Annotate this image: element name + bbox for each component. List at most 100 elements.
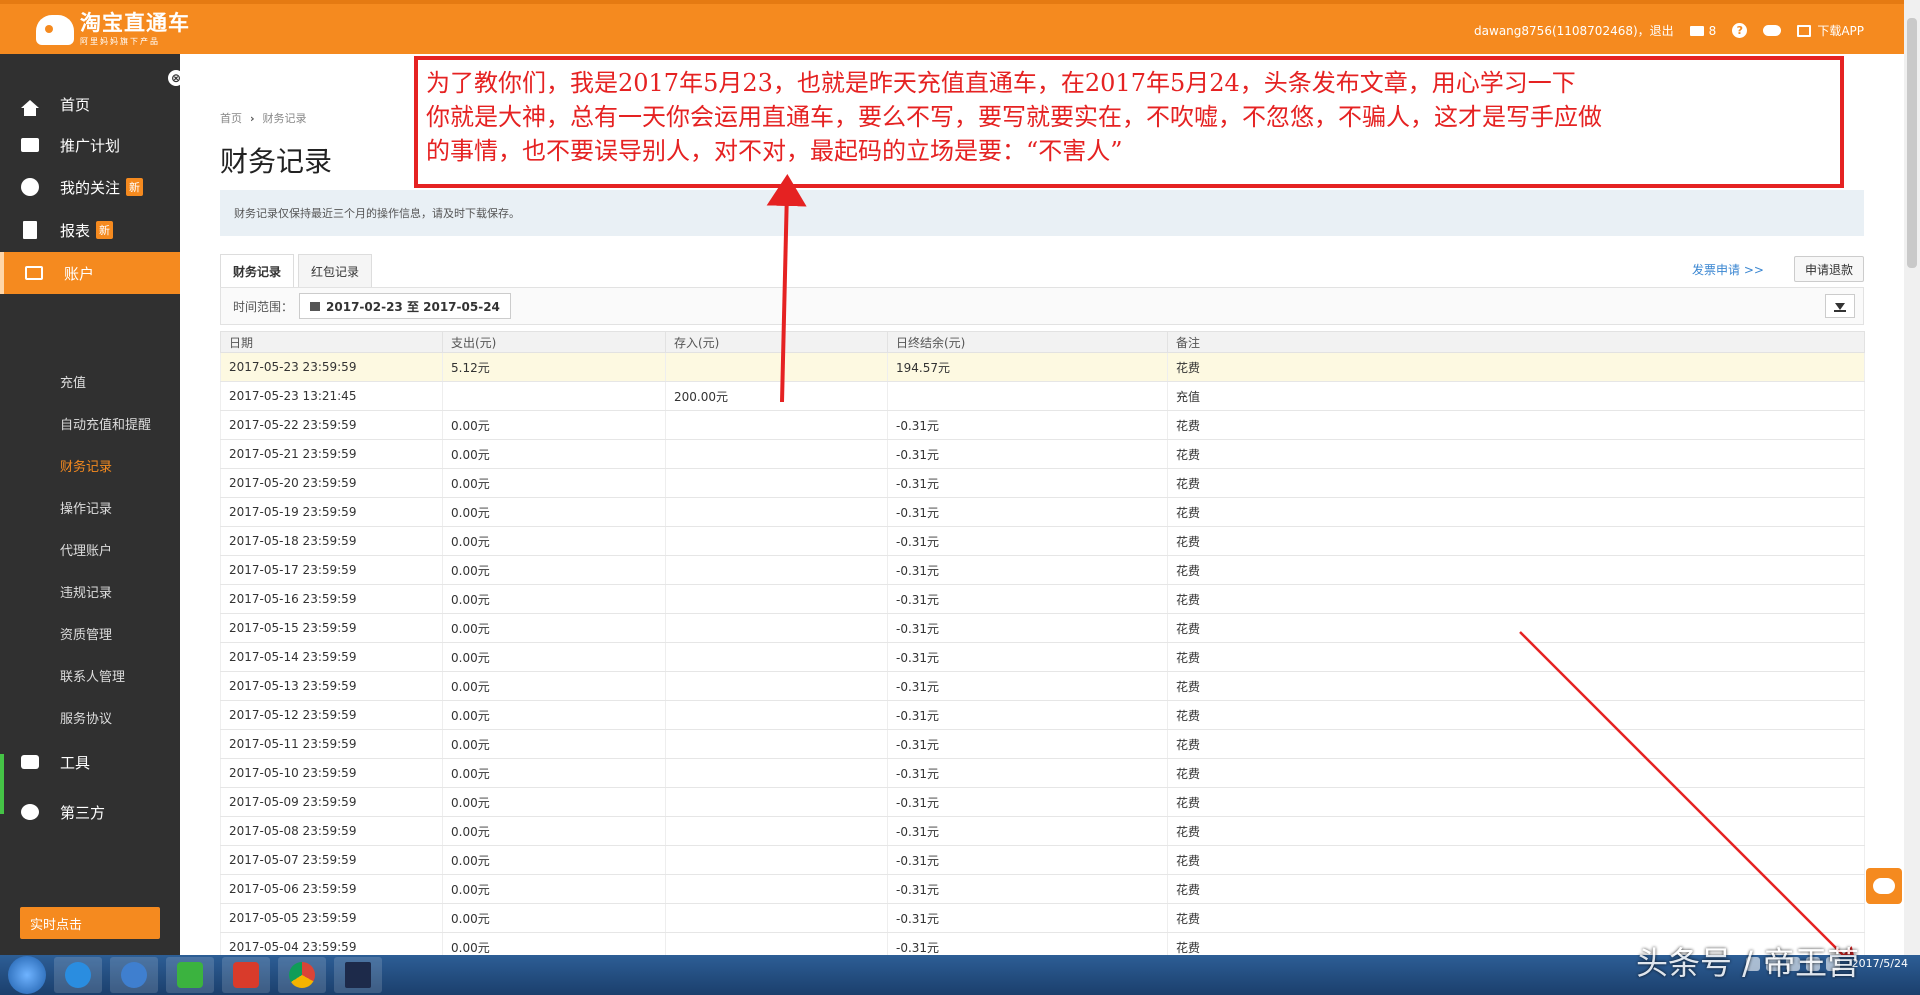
qrcode-icon (1797, 24, 1812, 37)
taskbar-iqiyi[interactable] (166, 957, 214, 993)
table-row: 2017-05-20 23:59:59 0.00元 -0.31元 花费 (220, 468, 1865, 498)
cell-deposit (665, 729, 888, 759)
table-row: 2017-05-14 23:59:59 0.00元 -0.31元 花费 (220, 642, 1865, 672)
realtime-clicks-button[interactable]: 实时点击 (20, 907, 160, 939)
cell-expense: 0.00元 (442, 555, 666, 585)
date-range-picker[interactable]: 2017-02-23 至 2017-05-24 (299, 293, 511, 319)
help-icon[interactable]: ? (1732, 23, 1748, 38)
tab-red-packet-records[interactable]: 红包记录 (298, 254, 373, 288)
download-button[interactable] (1825, 294, 1855, 318)
cell-balance: -0.31元 (887, 729, 1168, 759)
taskbar-clock[interactable]: 2017/5/24 (1852, 957, 1908, 971)
taskbar-browser[interactable] (110, 957, 158, 993)
table-row: 2017-05-17 23:59:59 0.00元 -0.31元 花费 (220, 555, 1865, 585)
refund-request-button[interactable]: 申请退款 (1794, 256, 1865, 282)
cell-balance: -0.31元 (887, 816, 1168, 846)
taskbar-chrome[interactable] (278, 957, 326, 993)
subnav-qualifications[interactable]: 资质管理 (60, 624, 112, 643)
column-header-date: 日期 (220, 331, 443, 353)
annotation-box: 为了教你们，我是2017年5月23，也就是昨天充值直通车，在2017年5月24，… (414, 56, 1844, 188)
cell-expense: 0.00元 (442, 729, 666, 759)
sidebar-item-tools[interactable]: 工具 (0, 742, 180, 782)
download-app-link[interactable]: 下载APP (1797, 22, 1864, 39)
column-header-balance: 日终结余(元) (887, 331, 1168, 353)
cell-date: 2017-05-23 23:59:59 (220, 352, 443, 382)
logo[interactable]: 淘宝直通车 阿里妈妈旗下产品 (36, 12, 190, 47)
mail-icon (1689, 25, 1704, 36)
tab-finance-records[interactable]: 财务记录 (220, 254, 295, 288)
new-badge: 新 (126, 178, 144, 196)
briefcase-icon (21, 138, 39, 152)
chat-float-button[interactable] (1866, 868, 1902, 904)
taskbar-app-dark[interactable] (334, 957, 382, 993)
subnav-finance-records[interactable]: 财务记录 (60, 456, 112, 475)
finance-records-table: 日期 支出(元) 存入(元) 日终结余(元) 备注 2017-05-23 23:… (220, 331, 1865, 962)
subnav-operation-records[interactable]: 操作记录 (60, 498, 112, 517)
cell-expense: 0.00元 (442, 526, 666, 556)
cell-remark: 花费 (1167, 584, 1865, 614)
invoice-request-link[interactable]: 发票申请 >> (1692, 261, 1764, 278)
table-row: 2017-05-06 23:59:59 0.00元 -0.31元 花费 (220, 874, 1865, 904)
start-button[interactable] (8, 956, 46, 994)
table-row: 2017-05-05 23:59:59 0.00元 -0.31元 花费 (220, 903, 1865, 933)
chat-icon (1873, 878, 1895, 894)
cell-deposit (665, 555, 888, 585)
subnav-contacts[interactable]: 联系人管理 (60, 666, 125, 685)
report-icon (23, 221, 37, 239)
sidebar-item-third-party[interactable]: 第三方 (0, 792, 180, 832)
puzzle-icon (21, 804, 39, 820)
sidebar-item-campaign[interactable]: 推广计划 (0, 125, 180, 165)
subnav-recharge[interactable]: 充值 (60, 372, 86, 391)
cell-date: 2017-05-08 23:59:59 (220, 816, 443, 846)
cell-remark: 花费 (1167, 671, 1865, 701)
filter-bar: 时间范围： 2017-02-23 至 2017-05-24 (220, 287, 1864, 325)
cell-deposit (665, 845, 888, 875)
cell-date: 2017-05-07 23:59:59 (220, 845, 443, 875)
cell-deposit (665, 758, 888, 788)
cell-expense: 0.00元 (442, 584, 666, 614)
subnav-agent-account[interactable]: 代理账户 (60, 540, 112, 559)
cell-deposit (665, 816, 888, 846)
sidebar-item-reports[interactable]: 报表 新 (0, 210, 180, 250)
taskbar-app-red[interactable] (222, 957, 270, 993)
sidebar-item-home[interactable]: 首页 (0, 84, 180, 124)
breadcrumb-home[interactable]: 首页 (220, 112, 242, 125)
cell-expense: 0.00元 (442, 787, 666, 817)
cell-date: 2017-05-23 13:21:45 (220, 381, 443, 411)
subnav-auto-recharge[interactable]: 自动充值和提醒 (60, 414, 151, 433)
cell-deposit: 200.00元 (665, 381, 888, 411)
cell-date: 2017-05-22 23:59:59 (220, 410, 443, 440)
table-row: 2017-05-10 23:59:59 0.00元 -0.31元 花费 (220, 758, 1865, 788)
cell-date: 2017-05-12 23:59:59 (220, 700, 443, 730)
account-icon (25, 266, 43, 280)
cell-expense (442, 381, 666, 411)
page-scrollbar[interactable] (1904, 0, 1920, 955)
column-header-deposit: 存入(元) (665, 331, 888, 353)
top-bar: 淘宝直通车 阿里妈妈旗下产品 dawang8756(1108702468)，退出… (0, 0, 1904, 54)
table-row: 2017-05-16 23:59:59 0.00元 -0.31元 花费 (220, 584, 1865, 614)
browser-icon (121, 962, 147, 988)
cell-remark: 花费 (1167, 352, 1865, 382)
subnav-service-agreement[interactable]: 服务协议 (60, 708, 112, 727)
cell-balance: -0.31元 (887, 410, 1168, 440)
gamepad-icon[interactable] (1763, 25, 1782, 36)
logo-subtitle: 阿里妈妈旗下产品 (80, 37, 160, 46)
calendar-icon (310, 301, 321, 311)
cell-remark: 花费 (1167, 468, 1865, 498)
cell-expense: 0.00元 (442, 874, 666, 904)
cell-deposit (665, 671, 888, 701)
cell-balance: -0.31元 (887, 671, 1168, 701)
messages-button[interactable]: 8 (1689, 23, 1717, 38)
table-body: 2017-05-23 23:59:59 5.12元 194.57元 花费 2017-05… (220, 352, 1865, 962)
sidebar-item-account[interactable]: 账户 (0, 252, 180, 294)
subnav-violations[interactable]: 违规记录 (60, 582, 112, 601)
breadcrumb-current: 财务记录 (262, 112, 307, 125)
sidebar-item-favorites[interactable]: 我的关注 新 (0, 167, 180, 207)
scrollbar-thumb[interactable] (1907, 18, 1917, 268)
cell-balance: -0.31元 (887, 845, 1168, 875)
cell-remark: 花费 (1167, 613, 1865, 643)
taskbar-ie[interactable] (54, 957, 102, 993)
message-count: 8 (1708, 23, 1717, 38)
logo-title: 淘宝直通车 (80, 11, 190, 35)
user-logout-link[interactable]: dawang8756(1108702468)，退出 (1474, 22, 1674, 39)
